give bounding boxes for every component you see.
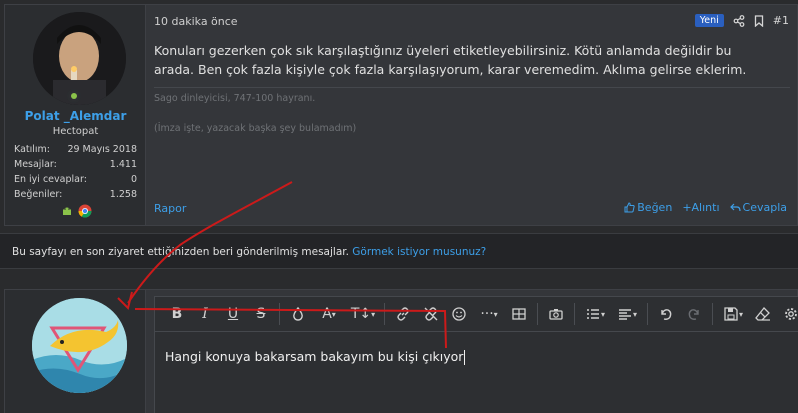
align-left-icon [618, 309, 631, 320]
bold-button[interactable]: B [163, 301, 191, 327]
smile-icon [452, 307, 466, 321]
post-user-cell: Polat _Alemdar Hectopat Katılım: 29 Mayı… [5, 5, 146, 225]
gear-icon [785, 308, 797, 320]
redo-button[interactable] [680, 301, 708, 327]
reply-user-cell [5, 290, 146, 413]
stat-label: Katılım: [14, 144, 50, 155]
like-label: Beğen [637, 201, 673, 214]
save-draft-icon [724, 307, 738, 321]
insert-image-button[interactable] [542, 301, 570, 327]
username[interactable]: Polat _Alemdar [5, 109, 146, 123]
signature-line: Sago dinleyicisi, 747-100 hayranı. [154, 93, 316, 104]
editor-toolbar: B I U S A ▾ T↕ ▾ ··· ▾ ▾ ▾ ▾ [155, 297, 798, 332]
stat-label: En iyi cevaplar: [14, 174, 87, 185]
droplet-icon [293, 306, 303, 321]
eraser-icon [755, 307, 770, 321]
stat-label: Beğeniler: [14, 189, 63, 200]
redo-icon [688, 309, 699, 320]
post: Polat _Alemdar Hectopat Katılım: 29 Mayı… [4, 4, 798, 226]
font-family-button[interactable]: A ▾ [312, 301, 346, 327]
like-button[interactable]: Beğen [624, 201, 672, 214]
editor-text: Hangi konuya bakarsam bakayım bu kişi çı… [165, 349, 464, 364]
reply-button[interactable]: Cevapla [729, 201, 787, 214]
list-icon [586, 309, 599, 319]
reply-avatar [32, 298, 127, 393]
stat-label: Mesajlar: [14, 159, 57, 170]
bookmark-icon[interactable] [754, 14, 764, 27]
camera-icon [549, 309, 563, 320]
strikethrough-button[interactable]: S [247, 301, 275, 327]
insert-link-button[interactable] [389, 301, 417, 327]
align-button[interactable]: ▾ [611, 301, 643, 327]
unlink-icon [424, 307, 438, 321]
editor-text-area[interactable]: Hangi konuya bakarsam bakayım bu kişi çı… [165, 349, 466, 365]
undo-button[interactable] [652, 301, 680, 327]
stat-value: 1.258 [109, 189, 137, 200]
table-icon [512, 308, 526, 320]
link-icon [397, 307, 409, 321]
toolbar-separator [279, 303, 280, 325]
reply-icon [729, 203, 741, 212]
reply-label: Cevapla [742, 201, 787, 214]
new-badge: Yeni [694, 14, 724, 27]
toolbar-separator [537, 303, 538, 325]
remove-link-button[interactable] [417, 301, 445, 327]
stat-value: 1.411 [109, 159, 137, 170]
post-footer-actions: Beğen +Alıntı Cevapla [624, 201, 787, 214]
font-size-button[interactable]: T↕ ▾ [346, 301, 380, 327]
unread-notice: Bu sayfayı en son ziyaret ettiğinizden b… [0, 233, 798, 269]
post-header-actions: Yeni #1 [694, 14, 789, 27]
thumbs-up-icon [624, 202, 635, 213]
quick-reply: B I U S A ▾ T↕ ▾ ··· ▾ ▾ ▾ ▾ Hangi konuy… [4, 289, 798, 413]
drafts-button[interactable]: ▾ [717, 301, 749, 327]
stat-row-join-date: Katılım: 29 Mayıs 2018 [14, 142, 137, 157]
stat-row-best-answers: En iyi cevaplar: 0 [14, 172, 137, 187]
underline-button[interactable]: U [219, 301, 247, 327]
notice-text: Bu sayfayı en son ziyaret ettiğinizden b… [12, 246, 349, 258]
stat-row-messages: Mesajlar: 1.411 [14, 157, 137, 172]
message-editor[interactable]: B I U S A ▾ T↕ ▾ ··· ▾ ▾ ▾ ▾ Hangi konuy… [154, 296, 798, 413]
stat-value: 0 [130, 174, 137, 185]
user-stats: Katılım: 29 Mayıs 2018 Mesajlar: 1.411 E… [14, 142, 137, 202]
smilie-button[interactable] [445, 301, 473, 327]
editor-settings-button[interactable] [777, 301, 798, 327]
stat-value: 29 Mayıs 2018 [67, 144, 137, 155]
toolbar-separator [647, 303, 648, 325]
remove-formatting-button[interactable] [749, 301, 777, 327]
signature-divider [154, 87, 790, 88]
more-options-button[interactable]: ··· ▾ [473, 301, 505, 327]
post-message: Konuları gezerken çok sık karşılaştığını… [154, 43, 747, 77]
report-link[interactable]: Rapor [154, 202, 186, 215]
post-body: 10 dakika önce Yeni #1 Konuları gezerken… [154, 5, 797, 225]
toolbar-separator [574, 303, 575, 325]
online-status-icon [67, 89, 81, 103]
undo-icon [661, 309, 672, 320]
text-caret [464, 350, 466, 365]
toolbar-separator [712, 303, 713, 325]
signature-line: (İmza işte, yazacak başka şey bulamadım) [154, 123, 357, 134]
post-timestamp[interactable]: 10 dakika önce [154, 15, 238, 28]
android-icon [63, 207, 71, 215]
italic-button[interactable]: I [191, 301, 219, 327]
insert-table-button[interactable] [505, 301, 533, 327]
user-title: Hectopat [52, 126, 99, 137]
toolbar-separator [384, 303, 385, 325]
notice-link[interactable]: Görmek istiyor musunuz? [352, 246, 486, 258]
stat-row-likes: Beğeniler: 1.258 [14, 187, 137, 202]
list-button[interactable]: ▾ [579, 301, 611, 327]
post-number[interactable]: #1 [773, 14, 789, 27]
chrome-icon [78, 204, 92, 218]
quote-button[interactable]: +Alıntı [682, 201, 719, 214]
share-icon[interactable] [733, 14, 745, 27]
text-color-button[interactable] [284, 301, 312, 327]
device-badges [60, 204, 92, 218]
